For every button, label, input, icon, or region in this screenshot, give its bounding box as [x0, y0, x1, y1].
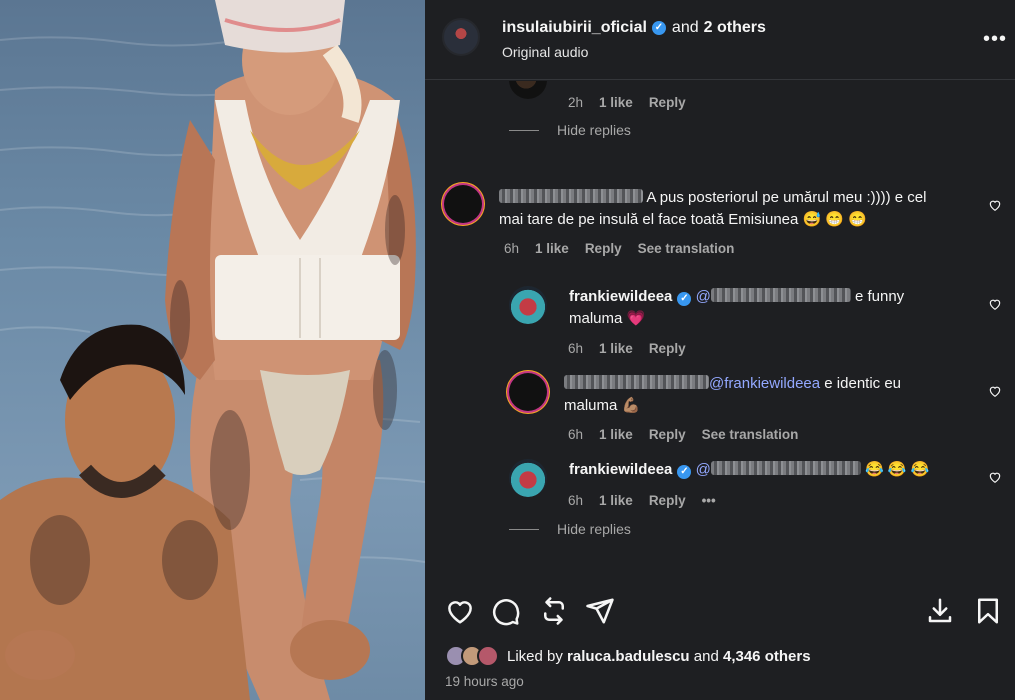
comment-likes[interactable]: 1 like	[535, 241, 569, 256]
action-bar	[425, 588, 1015, 632]
reply-button[interactable]: Reply	[649, 341, 686, 356]
comment-reply-button[interactable]: Reply	[585, 241, 622, 256]
hide-replies-button[interactable]: Hide replies	[509, 122, 631, 138]
author-avatar[interactable]	[442, 18, 480, 56]
reply-time: 2h	[568, 95, 584, 110]
reply-time: 6h	[568, 341, 584, 356]
likes-summary: Liked by raluca.badulescu and 4,346 othe…	[445, 645, 811, 667]
comment-time: 6h	[504, 241, 520, 256]
repost-icon[interactable]	[539, 596, 569, 626]
reply-likes[interactable]: 1 like	[599, 341, 633, 356]
author-line: insulaiubirii_oficial ✓ and 2 others	[502, 19, 766, 37]
reply-meta: 6h 1 like Reply	[568, 341, 686, 356]
like-reply-heart-icon[interactable]	[988, 297, 1002, 311]
reply-avatar[interactable]	[509, 373, 547, 411]
mention-prefix[interactable]: @	[696, 461, 711, 478]
more-options-icon[interactable]: •••	[983, 28, 1006, 50]
likes-and-text: and	[693, 647, 719, 665]
author-username[interactable]: insulaiubirii_oficial	[502, 19, 647, 37]
comment-line-1: A pus posteriorul pe umărul meu :)))) e …	[646, 189, 927, 206]
see-translation-link[interactable]: See translation	[702, 427, 799, 442]
reply-button[interactable]: Reply	[649, 427, 686, 442]
reply-text-2: maluma 💗	[569, 310, 646, 327]
reply-emojis: 😂 😂 😂	[864, 461, 930, 478]
likes-count-link[interactable]: 4,346 others	[723, 648, 811, 665]
reply-text-2: maluma 💪🏽	[564, 397, 641, 414]
verified-badge-icon: ✓	[677, 465, 692, 479]
liker-avatars[interactable]	[445, 645, 499, 667]
reply-time: 6h	[568, 427, 584, 442]
mention-link[interactable]: @frankiewildeea	[709, 375, 820, 392]
divider-line	[509, 129, 539, 131]
comment-icon[interactable]	[491, 596, 521, 626]
blurred-mention	[710, 288, 851, 302]
comments-panel: insulaiubirii_oficial ✓ and 2 others Ori…	[425, 0, 1015, 700]
commenter-avatar[interactable]	[444, 185, 482, 223]
liker-avatar	[477, 645, 499, 667]
post-header: insulaiubirii_oficial ✓ and 2 others Ori…	[425, 0, 1015, 80]
liked-by-prefix: Liked by	[507, 647, 563, 665]
reply-meta: 6h 1 like Reply See translation	[568, 427, 798, 442]
like-reply-heart-icon[interactable]	[988, 470, 1002, 484]
reply-likes[interactable]: 1 like	[599, 95, 633, 110]
reply-username[interactable]: frankiewildeea	[569, 461, 672, 478]
post-timestamp[interactable]: 19 hours ago	[445, 674, 524, 689]
comment-line-2: mai tare de pe insulă el face toată Emis…	[499, 211, 867, 228]
blurred-username	[499, 189, 643, 203]
reply-time: 6h	[568, 493, 584, 508]
hide-replies-label: Hide replies	[557, 521, 631, 537]
and-text: and	[671, 19, 699, 36]
reply-text: frankiewildeea ✓ @ 😂 😂 😂	[569, 459, 979, 481]
like-reply-heart-icon[interactable]	[988, 384, 1002, 398]
verified-badge-icon: ✓	[677, 292, 692, 306]
reply-username[interactable]: frankiewildeea	[569, 288, 672, 305]
reply-button[interactable]: Reply	[649, 95, 686, 110]
reply-avatar[interactable]	[509, 459, 547, 497]
reply-avatar[interactable]	[509, 81, 547, 99]
divider-line	[509, 528, 539, 530]
reply-text: frankiewildeea ✓ @ e funny maluma 💗	[569, 286, 969, 330]
comment-meta: 6h 1 like Reply See translation	[504, 241, 734, 256]
mention-prefix[interactable]: @	[696, 288, 711, 305]
hide-replies-button[interactable]: Hide replies	[509, 521, 631, 537]
reply-text: @frankiewildeea e identic eu maluma 💪🏽	[564, 373, 974, 417]
hide-replies-label: Hide replies	[557, 122, 631, 138]
download-icon[interactable]	[925, 596, 955, 626]
share-icon[interactable]	[585, 596, 615, 626]
reply-likes[interactable]: 1 like	[599, 493, 633, 508]
audio-label[interactable]: Original audio	[502, 44, 588, 60]
media-image	[0, 0, 425, 700]
collaborators-link[interactable]: 2 others	[704, 19, 766, 37]
post-media[interactable]	[0, 0, 425, 700]
reply-meta: 6h 1 like Reply •••	[568, 493, 716, 508]
reply-meta: 2h 1 like Reply	[568, 95, 686, 110]
blurred-username	[564, 375, 709, 389]
reply-text-1: e funny	[854, 288, 905, 305]
blurred-mention	[710, 461, 861, 475]
heart-icon[interactable]	[445, 596, 475, 626]
liker-username[interactable]: raluca.badulescu	[567, 648, 690, 665]
reply-button[interactable]: Reply	[649, 493, 686, 508]
see-translation-link[interactable]: See translation	[638, 241, 735, 256]
reply-likes[interactable]: 1 like	[599, 427, 633, 442]
comments-list[interactable]: 2h 1 like Reply Hide replies A pus poste…	[425, 81, 1015, 581]
verified-badge-icon: ✓	[651, 21, 666, 35]
reply-text-1: e identic eu	[820, 375, 902, 392]
reply-avatar[interactable]	[509, 286, 547, 324]
bookmark-icon[interactable]	[973, 596, 1003, 626]
like-comment-heart-icon[interactable]	[988, 198, 1002, 212]
reply-more-options-icon[interactable]: •••	[702, 493, 716, 508]
comment-text: A pus posteriorul pe umărul meu :)))) e …	[499, 187, 969, 231]
